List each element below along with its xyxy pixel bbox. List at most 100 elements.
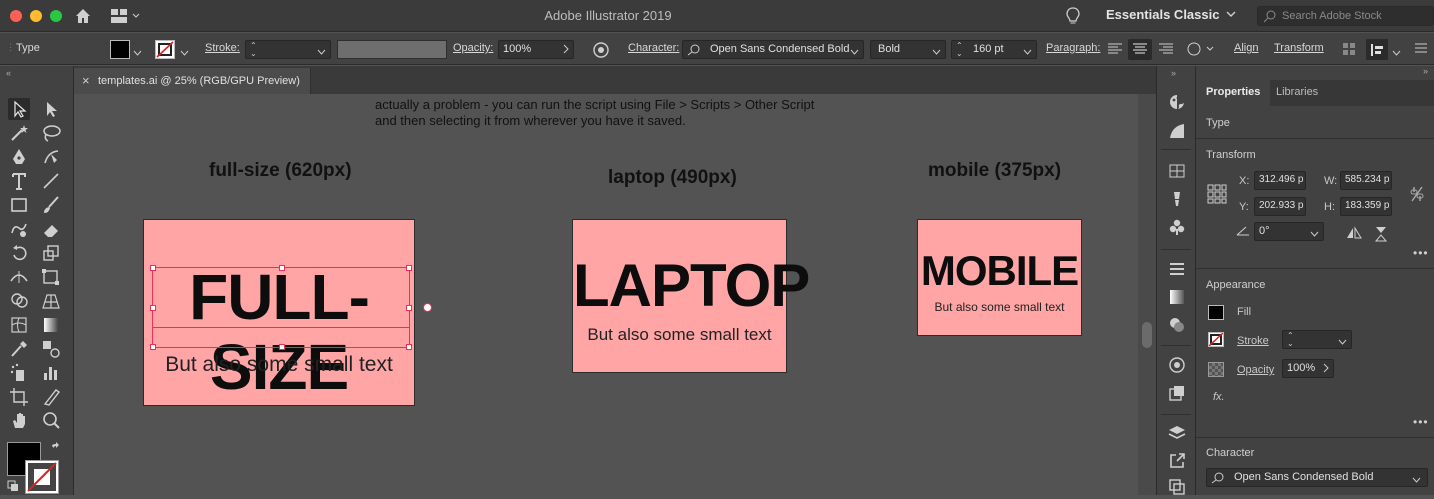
curvature-tool-icon[interactable] bbox=[40, 146, 62, 168]
layers-icon[interactable] bbox=[1168, 424, 1186, 445]
magic-wand-tool-icon[interactable] bbox=[8, 122, 30, 144]
x-position-field[interactable]: 312.496 p bbox=[1254, 171, 1306, 190]
scale-tool-icon[interactable] bbox=[40, 242, 62, 264]
type-tool-icon[interactable] bbox=[8, 170, 30, 192]
slice-tool-icon[interactable] bbox=[40, 386, 62, 408]
rectangle-tool-icon[interactable] bbox=[8, 194, 30, 216]
align-panel-link[interactable]: Align bbox=[1234, 42, 1258, 54]
paragraph-label[interactable]: Paragraph: bbox=[1046, 42, 1100, 54]
stroke-swatch[interactable] bbox=[155, 40, 175, 59]
stock-search-input[interactable]: Search Adobe Stock bbox=[1257, 6, 1434, 26]
chevron-down-icon[interactable] bbox=[1226, 9, 1236, 22]
perspective-grid-tool-icon[interactable] bbox=[40, 290, 62, 312]
direct-selection-tool-icon[interactable] bbox=[40, 98, 62, 120]
artboard-laptop[interactable]: LAPTOP But also some small text bbox=[572, 219, 810, 373]
stroke-dropdown-chevron-icon[interactable] bbox=[180, 47, 189, 59]
chevron-down-icon[interactable] bbox=[1412, 474, 1421, 486]
font-size-field[interactable]: ⌃ ⌄ 160 pt bbox=[951, 40, 1037, 59]
opacity-label[interactable]: Opacity bbox=[1237, 364, 1274, 376]
text-out-port-handle[interactable] bbox=[423, 303, 432, 312]
swatches-icon[interactable] bbox=[1168, 162, 1186, 183]
chevron-down-icon[interactable] bbox=[932, 46, 941, 58]
zoom-tool-icon[interactable] bbox=[40, 410, 62, 432]
paintbrush-tool-icon[interactable] bbox=[40, 194, 62, 216]
column-graph-tool-icon[interactable] bbox=[40, 362, 62, 384]
reference-point-icon[interactable] bbox=[1207, 184, 1227, 207]
blend-tool-icon[interactable] bbox=[40, 338, 62, 360]
eyedropper-tool-icon[interactable] bbox=[8, 338, 30, 360]
artboard-full-size[interactable]: FULL-SIZE But also some small text bbox=[143, 219, 415, 406]
width-field[interactable]: 585.234 p bbox=[1340, 171, 1392, 190]
color-panel-icon[interactable] bbox=[1168, 93, 1186, 114]
symbol-sprayer-tool-icon[interactable] bbox=[8, 362, 30, 384]
chevron-down-icon[interactable] bbox=[1392, 47, 1401, 59]
subtext-laptop[interactable]: But also some small text bbox=[573, 325, 786, 345]
opacity-field[interactable]: 100% bbox=[1282, 359, 1334, 378]
stroke-label[interactable]: Stroke bbox=[1237, 335, 1269, 347]
chevron-down-icon[interactable] bbox=[317, 46, 326, 58]
stepper-icon[interactable]: ⌃ ⌄ bbox=[250, 42, 257, 58]
align-center-icon[interactable] bbox=[1128, 39, 1152, 60]
eraser-tool-icon[interactable] bbox=[40, 218, 62, 240]
fill-dropdown-chevron-icon[interactable] bbox=[133, 47, 142, 59]
graphic-styles-icon[interactable] bbox=[1168, 384, 1186, 405]
subtext-full-size[interactable]: But also some small text bbox=[144, 353, 414, 377]
appearance-panel-icon[interactable] bbox=[1168, 356, 1186, 377]
chevron-right-icon[interactable] bbox=[563, 44, 569, 57]
document-tab[interactable]: × templates.ai @ 25% (RGB/GPU Preview) bbox=[74, 68, 311, 94]
panel-menu-icon[interactable] bbox=[1366, 39, 1388, 60]
chevron-down-icon[interactable] bbox=[1338, 336, 1347, 348]
character-font-family-field[interactable]: Open Sans Condensed Bold bbox=[1206, 468, 1428, 487]
stroke-panel-icon[interactable] bbox=[1168, 260, 1186, 281]
selection-handle[interactable] bbox=[406, 265, 412, 271]
selection-handle[interactable] bbox=[406, 305, 412, 311]
recolor-artwork-icon[interactable] bbox=[592, 41, 610, 62]
opacity-label[interactable]: Opacity: bbox=[453, 42, 493, 54]
fill-swatch-small[interactable] bbox=[1208, 305, 1224, 320]
selection-handle[interactable] bbox=[150, 265, 156, 271]
brushes-icon[interactable] bbox=[1168, 190, 1186, 211]
stroke-weight-field[interactable]: ⌃ ⌄ bbox=[245, 40, 331, 59]
effects-icon[interactable]: fx. bbox=[1213, 391, 1225, 403]
constrain-proportions-icon[interactable] bbox=[1410, 185, 1424, 206]
gradient-tool-icon[interactable] bbox=[40, 314, 62, 336]
stepper-icon[interactable]: ⌃ ⌄ bbox=[956, 42, 963, 58]
swap-colors-icon[interactable] bbox=[50, 442, 62, 457]
font-style-field[interactable]: Bold bbox=[870, 40, 946, 59]
stroke-swatch-small[interactable] bbox=[1208, 332, 1224, 347]
selection-handle[interactable] bbox=[150, 305, 156, 311]
chevron-down-icon[interactable] bbox=[850, 46, 859, 58]
artboard-mobile[interactable]: MOBILE But also some small text bbox=[917, 219, 1082, 336]
tab-properties[interactable]: Properties bbox=[1196, 80, 1271, 106]
stroke-weight-field[interactable]: ⌃ ⌄ bbox=[1282, 330, 1352, 349]
hand-tool-icon[interactable] bbox=[8, 410, 30, 432]
y-position-field[interactable]: 202.933 p bbox=[1254, 197, 1306, 216]
menu-icon[interactable] bbox=[1414, 42, 1428, 57]
collapse-dock-icon[interactable]: » bbox=[1171, 68, 1176, 78]
selection-bounding-box[interactable] bbox=[150, 265, 412, 350]
transparency-panel-icon[interactable] bbox=[1168, 316, 1186, 337]
selection-handle[interactable] bbox=[150, 344, 156, 350]
stroke-label[interactable]: Stroke: bbox=[205, 42, 240, 54]
color-guide-icon[interactable] bbox=[1168, 122, 1186, 143]
character-label[interactable]: Character: bbox=[628, 42, 679, 54]
subtext-mobile[interactable]: But also some small text bbox=[918, 300, 1081, 314]
artboards-panel-icon[interactable] bbox=[1168, 478, 1186, 499]
variable-width-profile[interactable] bbox=[337, 40, 447, 59]
shaper-tool-icon[interactable] bbox=[8, 218, 30, 240]
workspace-switcher[interactable]: Essentials Classic bbox=[1106, 7, 1219, 22]
canvas[interactable]: actually a problem - you can run the scr… bbox=[74, 94, 1138, 495]
chevron-down-icon[interactable] bbox=[1023, 46, 1032, 58]
rotate-angle-icon[interactable] bbox=[1236, 225, 1250, 240]
lightbulb-icon[interactable] bbox=[1066, 6, 1080, 29]
height-field[interactable]: 183.359 p bbox=[1340, 197, 1392, 216]
mesh-tool-icon[interactable] bbox=[8, 314, 30, 336]
collapse-panel-icon[interactable]: « bbox=[6, 68, 11, 78]
opacity-field[interactable]: 100% bbox=[498, 40, 574, 59]
headline-mobile[interactable]: MOBILE bbox=[918, 247, 1081, 295]
pen-tool-icon[interactable] bbox=[8, 146, 30, 168]
chevron-down-icon[interactable] bbox=[1310, 228, 1319, 240]
font-family-field[interactable]: Open Sans Condensed Bold bbox=[682, 40, 864, 59]
flip-vertical-icon[interactable] bbox=[1374, 226, 1388, 245]
rotation-field[interactable]: 0° bbox=[1254, 222, 1324, 241]
